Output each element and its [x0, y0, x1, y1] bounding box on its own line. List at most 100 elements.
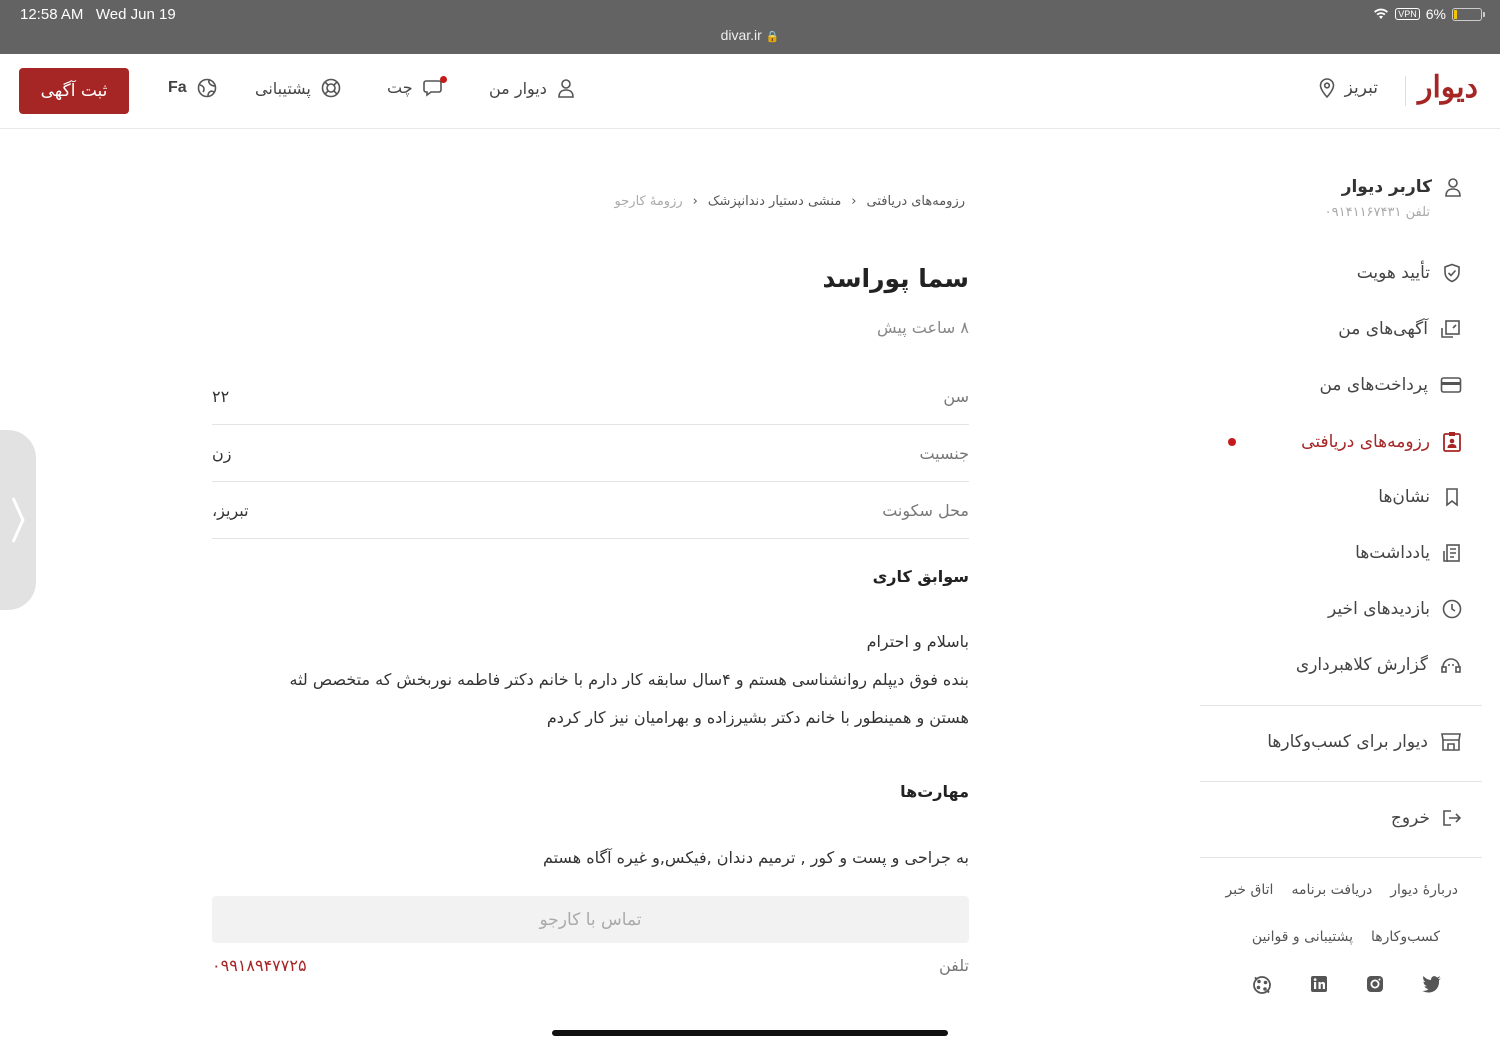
twitter-icon[interactable]: [1422, 975, 1442, 993]
status-indicators: VPN 6%: [1373, 6, 1485, 22]
vpn-badge: VPN: [1395, 8, 1420, 20]
globe-icon: [197, 78, 216, 98]
breadcrumb: رزومه‌های دریافتی ‹ منشی دستیار دندانپزش…: [615, 194, 965, 209]
experience-line: بنده فوق دیپلم روانشناسی هستم و ۴سال ساب…: [289, 670, 969, 689]
info-label: جنسیت: [919, 443, 969, 463]
info-label: سن: [943, 386, 969, 406]
bookmark-icon: [1446, 488, 1458, 507]
phone-label: تلفن: [938, 956, 969, 975]
my-divar-link[interactable]: دیوار من: [489, 78, 575, 98]
date-text: Wed Jun 19: [95, 6, 176, 23]
aparat-icon[interactable]: [1252, 975, 1272, 995]
lock-icon: 🔒: [765, 31, 780, 43]
sidebar-item-recent-views[interactable]: بازدیدهای اخیر: [1200, 599, 1462, 619]
user-name: کاربر دیوار: [1341, 177, 1432, 197]
footer-links-row-1: دربارهٔ دیوار دریافت برنامه اتاق خبر: [1225, 882, 1458, 898]
sidebar-divider: [1200, 705, 1482, 706]
sidebar-divider: [1200, 857, 1482, 858]
sidebar-item-label: رزومه‌های دریافتی: [1301, 432, 1430, 452]
footer-link-newsroom[interactable]: اتاق خبر: [1225, 882, 1273, 898]
sidebar-item-my-payments[interactable]: پرداخت‌های من: [1200, 375, 1462, 395]
resume-icon: [1443, 432, 1461, 452]
support-link[interactable]: پشتیبانی: [255, 78, 341, 98]
sidebar-item-label: گزارش کلاهبرداری: [1295, 655, 1428, 675]
applicant-name: سما پوراسد: [822, 264, 969, 293]
info-label: محل سکونت: [882, 500, 969, 520]
language-switcher[interactable]: Fa: [168, 78, 217, 98]
sidebar-divider: [1200, 781, 1482, 782]
user-icon: [1445, 178, 1461, 197]
status-bar: 12:58 AM Wed Jun 19 divar.ir 🔒 VPN 6%: [0, 0, 1500, 54]
battery-icon: [1452, 7, 1485, 21]
my-ads-icon: [1441, 320, 1460, 338]
sidebar-item-notes[interactable]: یادداشت‌ها: [1200, 543, 1462, 563]
sidebar-item-label: بازدیدهای اخیر: [1328, 599, 1430, 619]
skills-text: به جراحی و پست و کور , ترمیم دندان ,فیکس…: [542, 848, 969, 867]
home-indicator[interactable]: [552, 1030, 948, 1036]
logout-icon: [1443, 810, 1462, 826]
chat-unread-dot: [439, 75, 447, 83]
footer-link-businesses[interactable]: کسب‌وکارها: [1371, 929, 1440, 945]
time-text: 12:58 AM: [20, 6, 84, 23]
url-text: divar.ir: [720, 27, 762, 43]
side-panel-handle[interactable]: [0, 430, 36, 610]
logo-divider: [1405, 76, 1406, 106]
sidebar-item-business[interactable]: دیوار برای کسب‌وکارها: [1200, 732, 1462, 752]
instagram-icon[interactable]: [1366, 975, 1384, 993]
user-phone: تلفن ۰۹۱۴۱۱۶۷۴۳۱: [1324, 205, 1430, 220]
info-row-residence: محل سکونت تبریز،: [212, 482, 969, 539]
skills-heading: مهارت‌ها: [900, 782, 969, 801]
experience-text: باسلام و احترام بنده فوق دیپلم روانشناسی…: [212, 623, 969, 737]
clock-icon: [1442, 599, 1462, 619]
sidebar-item-bookmarks[interactable]: نشان‌ها: [1200, 487, 1462, 507]
fraud-report-icon: [1441, 658, 1461, 673]
footer-link-about[interactable]: دربارهٔ دیوار: [1390, 882, 1458, 898]
store-icon: [1441, 733, 1461, 751]
user-info: کاربر دیوار تلفن ۰۹۱۴۱۱۶۷۴۳۱: [1202, 177, 1462, 220]
footer-link-app[interactable]: دریافت برنامه: [1291, 882, 1372, 898]
city-label: تبریز: [1344, 78, 1378, 98]
sidebar-item-received-resumes[interactable]: رزومه‌های دریافتی: [1200, 431, 1462, 453]
breadcrumb-item-job[interactable]: منشی دستیار دندانپزشک: [708, 194, 841, 209]
location-pin-icon: [1319, 78, 1334, 98]
chevron-right-icon: [11, 497, 25, 543]
wifi-icon: [1374, 8, 1389, 19]
chat-link[interactable]: چت: [387, 75, 447, 97]
sidebar-item-my-ads[interactable]: آگهی‌های من: [1200, 319, 1462, 339]
chat-icon-wrap: [422, 75, 447, 97]
info-row-age: سن ۲۲: [212, 368, 969, 425]
url-bar[interactable]: divar.ir 🔒: [0, 27, 1500, 43]
contact-applicant-button[interactable]: تماس با کارجو: [212, 896, 969, 943]
account-sidebar: کاربر دیوار تلفن ۰۹۱۴۱۱۶۷۴۳۱ تأیید هویت …: [1200, 130, 1482, 1047]
social-links: [1252, 975, 1442, 995]
site-header: دیوار تبریز دیوار من چت پشتیبانی Fa ثبت …: [0, 54, 1500, 129]
experience-heading: سوابق کاری: [872, 567, 969, 586]
sidebar-item-label: آگهی‌های من: [1338, 319, 1428, 339]
experience-line: هستن و همینطور با خانم دکتر بشیرزاده و ب…: [546, 708, 969, 727]
chevron-left-icon: ‹: [851, 194, 857, 209]
notes-icon: [1443, 544, 1460, 562]
status-time: 12:58 AM Wed Jun 19: [20, 6, 176, 23]
city-selector[interactable]: تبریز: [1319, 78, 1378, 98]
sidebar-item-label: پرداخت‌های من: [1319, 375, 1428, 395]
phone-number[interactable]: ۰۹۹۱۸۹۴۷۷۲۵: [212, 956, 307, 975]
shield-check-icon: [1444, 263, 1460, 283]
sidebar-item-label: نشان‌ها: [1378, 487, 1430, 507]
footer-link-support-rules[interactable]: پشتیبانی و قوانین: [1252, 929, 1353, 945]
user-name-row: کاربر دیوار: [1202, 177, 1462, 197]
sidebar-item-label: دیوار برای کسب‌وکارها: [1267, 732, 1428, 752]
unread-dot: [1228, 438, 1236, 446]
sidebar-item-verify-identity[interactable]: تأیید هویت: [1200, 263, 1462, 283]
sidebar-item-fraud-report[interactable]: گزارش کلاهبرداری: [1200, 655, 1462, 675]
linkedin-icon[interactable]: [1310, 975, 1328, 993]
breadcrumb-item-received-resumes[interactable]: رزومه‌های دریافتی: [866, 194, 965, 209]
phone-row: تلفن ۰۹۹۱۸۹۴۷۷۲۵: [212, 956, 969, 975]
submission-time: ۸ ساعت پیش: [877, 318, 969, 337]
sidebar-item-logout[interactable]: خروج: [1200, 808, 1462, 828]
footer-links-row-2: کسب‌وکارها پشتیبانی و قوانین: [1252, 929, 1440, 945]
divar-logo[interactable]: دیوار: [1418, 70, 1478, 105]
info-value: زن: [212, 443, 232, 463]
post-ad-button[interactable]: ثبت آگهی: [19, 68, 129, 114]
experience-line: باسلام و احترام: [866, 632, 969, 651]
chat-label: چت: [387, 78, 413, 97]
